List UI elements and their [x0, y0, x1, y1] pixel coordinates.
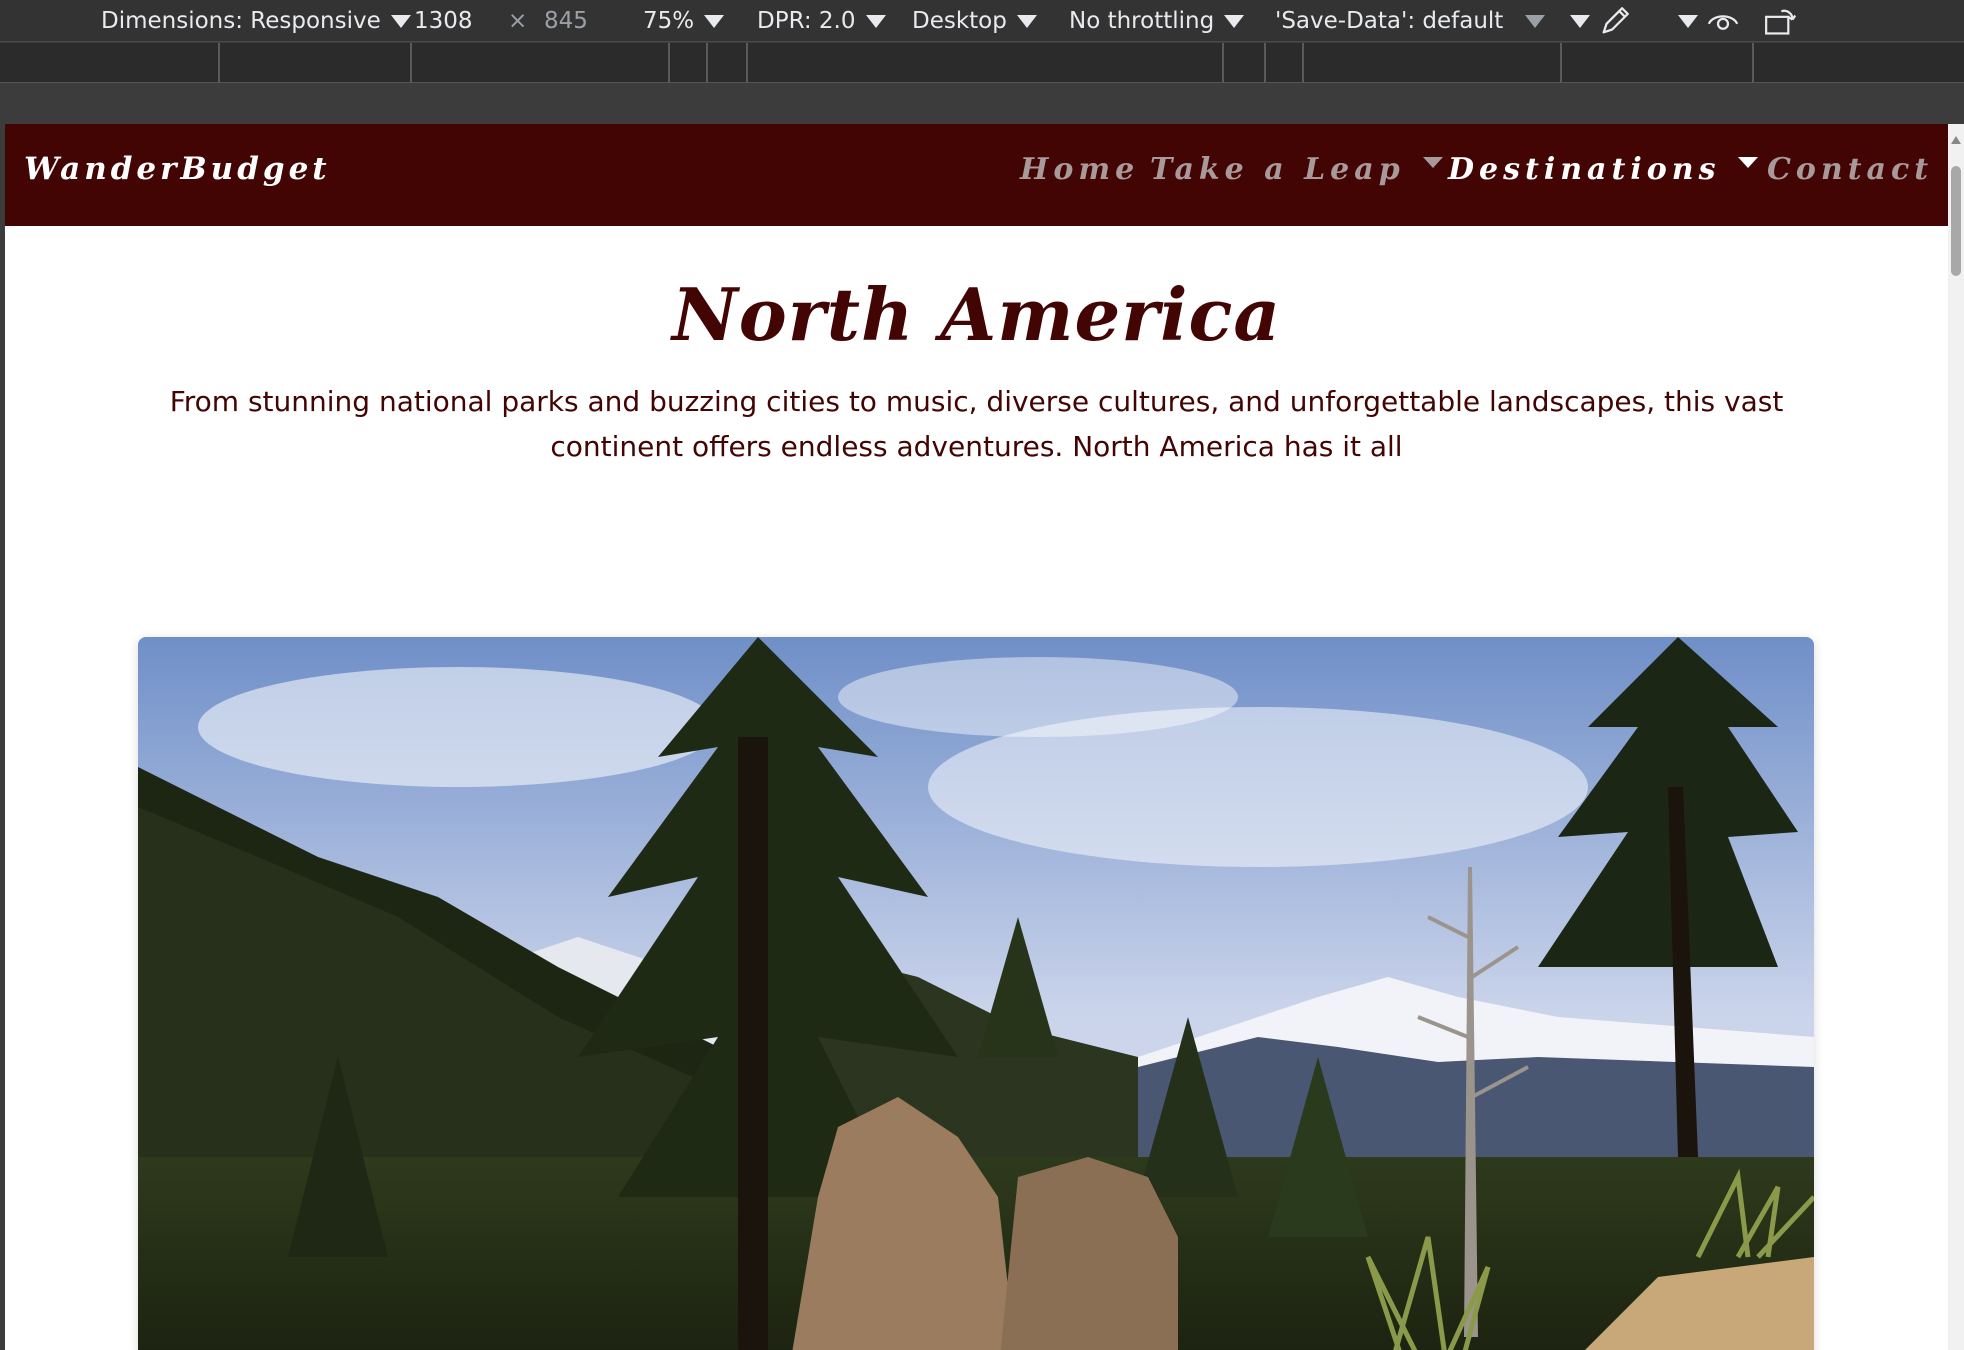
chevron-down-icon	[865, 14, 886, 28]
scrollbar-thumb[interactable]	[1951, 166, 1961, 276]
nav-link-label: Home	[1020, 152, 1140, 187]
viewport-gutter	[0, 84, 1964, 124]
rotate-icon	[1765, 9, 1797, 35]
nav-link-label: Contact	[1767, 152, 1934, 187]
eye-icon	[1707, 15, 1739, 30]
zoom-dropdown[interactable]: 75%	[643, 0, 725, 42]
chevron-down-icon	[1525, 14, 1546, 28]
ruler-tick	[706, 43, 708, 83]
mountain-landscape-illustration	[138, 637, 1814, 1350]
dimensions-label: Dimensions: Responsive	[101, 8, 381, 34]
save-data-dropdown[interactable]: 'Save-Data': default	[1275, 0, 1546, 42]
scroll-up-arrow-icon[interactable]	[1951, 136, 1961, 144]
ruler-tick	[1302, 43, 1304, 83]
nav-link-label: Take a Leap	[1150, 152, 1405, 187]
chevron-down-icon	[1570, 14, 1590, 28]
width-value: 1308	[414, 8, 473, 34]
times-separator: ×	[508, 0, 527, 42]
height-input[interactable]: 845	[544, 0, 588, 42]
height-value: 845	[544, 8, 588, 34]
ruler-tick	[1222, 43, 1224, 83]
ruler-tick	[1752, 43, 1754, 83]
chevron-down-icon	[704, 14, 725, 28]
rotate-button[interactable]	[1762, 0, 1798, 42]
vision-button[interactable]	[1706, 0, 1740, 42]
ruler-tick	[218, 43, 220, 83]
nav-link-destinations[interactable]: Destinations	[1448, 152, 1759, 187]
display-options-dropdown[interactable]	[1668, 0, 1698, 42]
page-scrollbar[interactable]	[1948, 124, 1964, 1350]
page-viewport: WanderBudget Home Take a Leap Destinatio…	[5, 124, 1948, 1350]
nav-link-contact[interactable]: Contact	[1767, 152, 1933, 187]
times-symbol: ×	[508, 8, 528, 34]
width-input[interactable]: 1308	[414, 0, 473, 42]
chevron-down-icon	[1422, 157, 1443, 168]
ruler-tick	[1264, 43, 1266, 83]
site-navbar: WanderBudget Home Take a Leap Destinatio…	[5, 124, 1948, 226]
device-type-dropdown[interactable]: Desktop	[912, 0, 1037, 42]
dimensions-dropdown[interactable]: Dimensions: Responsive	[101, 0, 411, 42]
chevron-down-icon	[1738, 157, 1759, 168]
page-description: From stunning national parks and buzzing…	[169, 385, 1784, 463]
nav-link-take-a-leap[interactable]: Take a Leap	[1150, 152, 1443, 187]
dpr-dropdown[interactable]: DPR: 2.0	[757, 0, 886, 42]
ruler-tick	[668, 43, 670, 83]
save-data-label: 'Save-Data': default	[1275, 8, 1504, 34]
devtools-device-toolbar: Dimensions: Responsive 1308 × 845 75% DP…	[0, 0, 1964, 42]
brand-logo-link[interactable]: WanderBudget	[24, 151, 331, 187]
throttling-dropdown[interactable]: No throttling	[1069, 0, 1245, 42]
media-query-ruler[interactable]	[0, 43, 1964, 83]
chevron-down-icon	[1224, 14, 1245, 28]
dpr-label: DPR: 2.0	[757, 8, 856, 34]
chevron-down-icon	[390, 14, 411, 28]
chevron-down-icon	[1678, 14, 1698, 28]
more-options-dropdown[interactable]	[1560, 0, 1590, 42]
nav-link-label: Destinations	[1448, 152, 1721, 187]
chevron-down-icon	[1016, 14, 1037, 28]
eyedropper-button[interactable]	[1598, 0, 1632, 42]
throttling-label: No throttling	[1069, 8, 1215, 34]
ruler-tick	[1560, 43, 1562, 83]
eyedropper-icon	[1602, 7, 1629, 34]
ruler-tick	[410, 43, 412, 83]
nav-link-home[interactable]: Home	[1020, 152, 1139, 187]
zoom-label: 75%	[643, 8, 695, 34]
ruler-tick	[746, 43, 748, 83]
hero-landscape-image	[138, 637, 1814, 1350]
device-type-label: Desktop	[912, 8, 1007, 34]
page-title: North America	[671, 272, 1282, 357]
